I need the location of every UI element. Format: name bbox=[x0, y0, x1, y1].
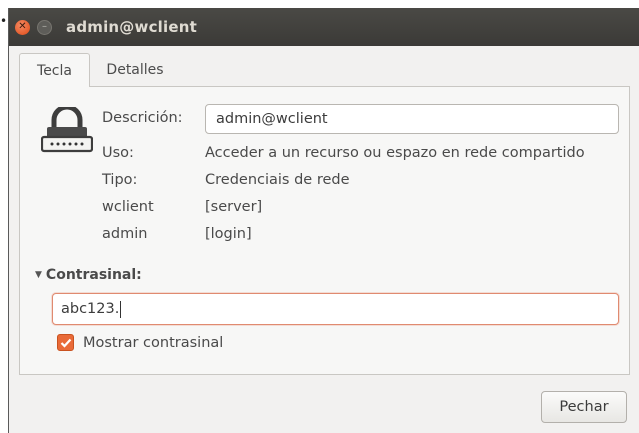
key-dialog-window: ✕ – admin@wclient Tecla Detalles Descric… bbox=[8, 8, 639, 433]
password-input[interactable]: abc123. bbox=[52, 293, 619, 325]
minimize-icon: – bbox=[42, 21, 47, 32]
use-value: Acceder a un recurso ou espazo en rede c… bbox=[205, 145, 585, 161]
window-title: admin@wclient bbox=[66, 18, 197, 36]
background-crop bbox=[0, 0, 639, 8]
type-value: Credenciais de rede bbox=[205, 172, 350, 188]
close-dialog-button[interactable]: Pechar bbox=[541, 391, 627, 423]
server-label: wclient bbox=[102, 199, 154, 215]
tab-panel-tecla: Descrición: admin@wclient Uso: Acceder a… bbox=[19, 86, 630, 375]
show-password-checkbox[interactable] bbox=[57, 334, 74, 351]
use-label: Uso: bbox=[102, 145, 134, 161]
description-input[interactable]: admin@wclient bbox=[205, 104, 619, 134]
password-section-label: Contrasinal: bbox=[45, 267, 142, 283]
triangle-down-icon: ▼ bbox=[35, 270, 42, 280]
description-value: admin@wclient bbox=[216, 111, 328, 127]
bullet-point: • bbox=[0, 14, 8, 28]
description-label: Descrición: bbox=[102, 110, 183, 126]
show-password-toggle[interactable]: Mostrar contrasinal bbox=[57, 334, 223, 351]
title-bar: ✕ – admin@wclient bbox=[9, 8, 639, 46]
type-label: Tipo: bbox=[102, 172, 138, 188]
checkmark-icon bbox=[60, 338, 71, 348]
login-value: [login] bbox=[205, 226, 252, 242]
window-minimize-button[interactable]: – bbox=[37, 19, 52, 35]
login-label: admin bbox=[102, 226, 148, 242]
password-expander[interactable]: ▼ Contrasinal: bbox=[35, 267, 142, 283]
server-value: [server] bbox=[205, 199, 263, 215]
show-password-label: Mostrar contrasinal bbox=[83, 334, 224, 351]
password-value: abc123. bbox=[61, 301, 120, 317]
tab-detalles[interactable]: Detalles bbox=[90, 53, 180, 86]
close-icon: ✕ bbox=[18, 21, 27, 32]
padlock-icon bbox=[41, 107, 93, 153]
window-close-button[interactable]: ✕ bbox=[15, 19, 30, 35]
text-cursor bbox=[120, 300, 122, 318]
tab-tecla[interactable]: Tecla bbox=[19, 53, 90, 87]
